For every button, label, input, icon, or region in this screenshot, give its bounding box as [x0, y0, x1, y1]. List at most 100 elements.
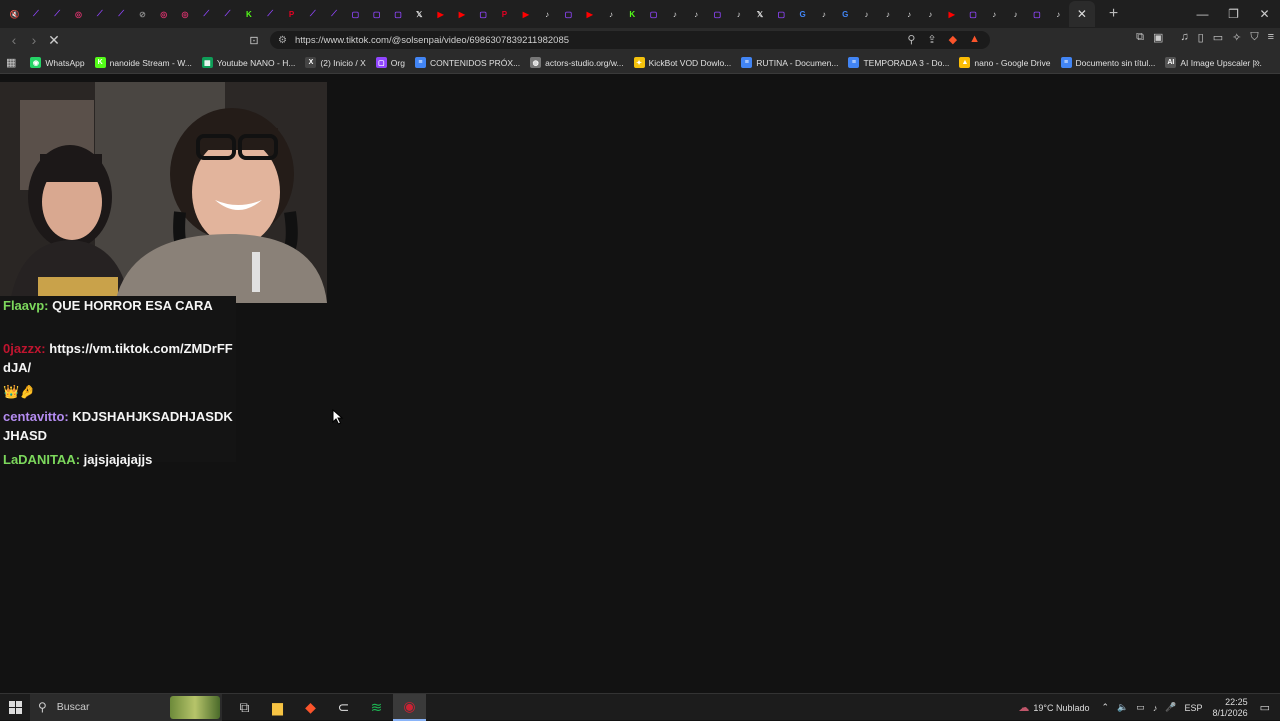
stop-loading-icon[interactable]: ✕	[44, 30, 64, 50]
browser-tab[interactable]: ♪	[984, 1, 1005, 27]
obs-icon[interactable]: ◉	[393, 693, 426, 721]
browser-tab[interactable]: ▶	[430, 1, 451, 27]
browser-tab[interactable]: ▢	[707, 1, 728, 27]
browser-tab[interactable]: ⟋	[25, 1, 46, 27]
browser-tab[interactable]: K	[622, 1, 643, 27]
notifications-icon[interactable]: ▭	[1260, 701, 1270, 714]
vpn-icon[interactable]: ⛉	[1250, 31, 1258, 44]
browser-tab[interactable]: ▢	[1026, 1, 1047, 27]
browser-tab[interactable]: ⟋	[47, 1, 68, 27]
browser-tab[interactable]: ♪	[1048, 1, 1069, 27]
browser-tab[interactable]: ♪	[856, 1, 877, 27]
active-tab-close-icon[interactable]: ✕	[1068, 1, 1095, 27]
apps-grid-icon[interactable]: ▦	[6, 56, 16, 69]
browser-tab[interactable]: 🔇	[4, 1, 25, 27]
browser-tab[interactable]: K	[238, 1, 259, 27]
chevron-up-icon[interactable]: ⌃	[1102, 702, 1110, 713]
browser-tab[interactable]: 𝕏	[409, 1, 430, 27]
bookmark-item[interactable]: ≡ RUTINA - Documen...	[741, 57, 838, 68]
browser-tab[interactable]: ⟋	[260, 1, 281, 27]
browser-tab[interactable]: P	[494, 1, 515, 27]
bookmark-item[interactable]: ◉ WhatsApp	[30, 57, 85, 68]
weather-icon[interactable]: ☁	[1018, 701, 1029, 714]
browser-tab[interactable]: ♪	[1005, 1, 1026, 27]
browser-tab[interactable]: ♪	[536, 1, 557, 27]
file-explorer-icon[interactable]: ▆	[261, 694, 294, 721]
bookmark-item[interactable]: ◍ actors-studio.org/w...	[530, 57, 624, 68]
brave-shields-icon[interactable]: ◆	[949, 33, 957, 46]
browser-tab[interactable]: G	[792, 1, 813, 27]
browser-tab[interactable]: ⟋	[110, 1, 131, 27]
browser-tab[interactable]: ▢	[473, 1, 494, 27]
browser-tab[interactable]: P	[281, 1, 302, 27]
leo-ai-icon[interactable]: ✧	[1232, 31, 1241, 44]
close-window-icon[interactable]: ✕	[1249, 0, 1280, 28]
browser-tab[interactable]: ▢	[558, 1, 579, 27]
bookmark-item[interactable]: Knanoide Stream - W...	[94, 57, 192, 68]
browser-tab[interactable]: ♪	[600, 1, 621, 27]
browser-tab[interactable]: ♪	[813, 1, 834, 27]
bookmark-item[interactable]: ▲ nano - Google Drive	[959, 57, 1051, 68]
site-settings-icon[interactable]: ⚙	[278, 35, 287, 46]
browser-tab[interactable]: ♪	[877, 1, 898, 27]
media-icon[interactable]: ♫	[1180, 31, 1188, 44]
browser-tab[interactable]: ⟋	[89, 1, 110, 27]
menu-icon[interactable]: ≡	[1268, 31, 1274, 44]
browser-tab[interactable]: ▢	[962, 1, 983, 27]
address-bar[interactable]: ⚙ https://www.tiktok.com/@solsenpai/vide…	[270, 31, 990, 49]
browser-tab[interactable]: ⊘	[132, 1, 153, 27]
url-text[interactable]: https://www.tiktok.com/@solsenpai/video/…	[295, 35, 569, 46]
weather-text[interactable]: 19°C Nublado	[1033, 703, 1089, 713]
bookmark-item[interactable]: X (2) Inicio / X	[305, 57, 366, 68]
browser-tab[interactable]: ⟋	[217, 1, 238, 27]
extensions-icon[interactable]: ⧉	[1136, 31, 1144, 44]
zoom-icon[interactable]: ⚲	[907, 33, 915, 46]
language-indicator[interactable]: ESP	[1185, 703, 1203, 713]
browser-tab[interactable]: ♪	[920, 1, 941, 27]
browser-tab[interactable]: G	[835, 1, 856, 27]
browser-tab[interactable]: ◎	[153, 1, 174, 27]
share-icon[interactable]: ⇪	[927, 33, 936, 46]
bookmark-item[interactable]: ✦ KickBot VOD Dowlo...	[633, 57, 731, 68]
taskbar-search[interactable]: ⚲ Buscar	[30, 693, 222, 721]
bookmark-item[interactable]: ▦ Youtube NANO - H...	[201, 57, 295, 68]
browser-tab[interactable]: ◎	[68, 1, 89, 27]
browser-tab[interactable]: 𝕏	[749, 1, 770, 27]
browser-tab[interactable]: ♪	[664, 1, 685, 27]
clock[interactable]: 22:25 8/1/2026	[1213, 697, 1248, 719]
browser-tab[interactable]: ▶	[579, 1, 600, 27]
bookmark-item[interactable]: ▢ Org	[375, 57, 405, 68]
browser-tab[interactable]: ▢	[366, 1, 387, 27]
browser-tab[interactable]: ⟋	[302, 1, 323, 27]
start-button[interactable]	[0, 694, 30, 721]
browser-tab[interactable]: ▢	[643, 1, 664, 27]
restore-icon[interactable]: ❐	[1218, 0, 1249, 28]
browser-tab[interactable]: ♪	[728, 1, 749, 27]
more-bookmarks-icon[interactable]: »	[1254, 57, 1260, 69]
browser-tab[interactable]: ▶	[515, 1, 536, 27]
capcut-icon[interactable]: ⊂	[327, 694, 360, 721]
wallet-icon[interactable]: ▣	[1153, 31, 1163, 44]
speaker-icon[interactable]: ♪	[1153, 703, 1158, 713]
browser-tab[interactable]: ⟋	[323, 1, 344, 27]
forward-icon[interactable]: ›	[24, 30, 44, 50]
wallet-panel-icon[interactable]: ▭	[1213, 31, 1223, 44]
new-tab-button[interactable]: +	[1109, 5, 1118, 23]
browser-tab[interactable]: ▶	[941, 1, 962, 27]
bookmark-item[interactable]: AI AI Image Upscaler |...	[1165, 57, 1262, 68]
volume-icon[interactable]: 🔈	[1117, 702, 1128, 713]
browser-tab[interactable]: ▢	[387, 1, 408, 27]
minimize-icon[interactable]: —	[1187, 0, 1218, 28]
bookmark-item[interactable]: ≡ Documento sin títul...	[1060, 57, 1155, 68]
browser-tab[interactable]: ▢	[345, 1, 366, 27]
sidebar-icon[interactable]: ▯	[1198, 31, 1204, 44]
brave-rewards-icon[interactable]: ▲	[969, 33, 980, 46]
bookmark-item[interactable]: ≡ TEMPORADA 3 - Do...	[848, 57, 949, 68]
browser-tab[interactable]: ▢	[771, 1, 792, 27]
spotify-icon[interactable]: ≋	[360, 694, 393, 721]
back-icon[interactable]: ‹	[4, 30, 24, 50]
network-icon[interactable]: ▭	[1136, 702, 1145, 713]
browser-tab[interactable]: ▶	[451, 1, 472, 27]
microphone-icon[interactable]: 🎤	[1165, 702, 1176, 713]
browser-tab[interactable]: ♪	[686, 1, 707, 27]
